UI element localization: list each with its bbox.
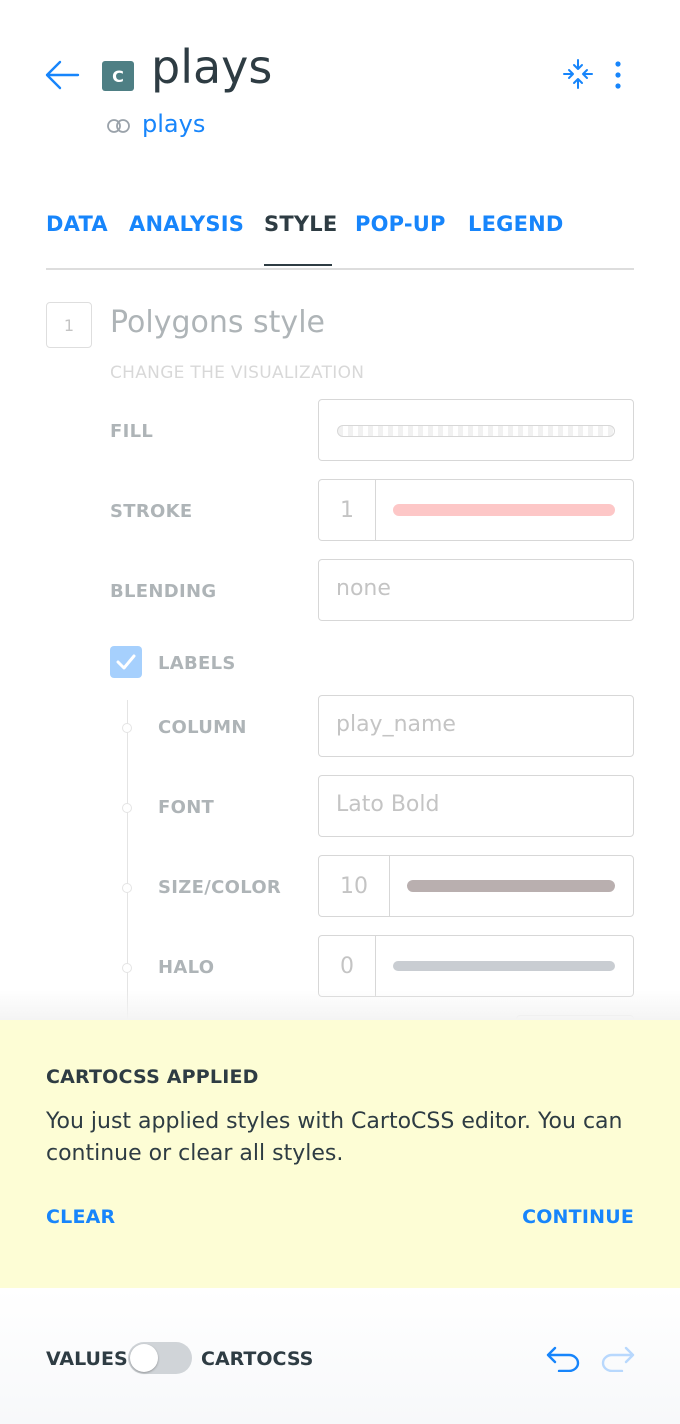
- source-node-icon: [107, 119, 130, 133]
- size-color-field[interactable]: 10: [318, 855, 634, 917]
- cartocss-label: CARTOCSS: [201, 1348, 314, 1370]
- tab-popup[interactable]: POP-UP: [355, 212, 446, 236]
- layer-tabs: DATA ANALYSIS STYLE POP-UP LEGEND: [46, 212, 634, 270]
- column-value: play_name: [336, 712, 456, 737]
- font-value: Lato Bold: [336, 792, 440, 817]
- layer-letter-badge: C: [102, 61, 134, 91]
- fill-color-swatch: [337, 425, 615, 437]
- tree-dot: [122, 723, 132, 733]
- tab-style[interactable]: STYLE: [264, 212, 337, 236]
- fill-label: FILL: [110, 421, 154, 442]
- toggle-knob: [130, 1344, 158, 1372]
- back-arrow-icon[interactable]: [44, 58, 80, 92]
- halo-color-swatch[interactable]: [393, 961, 615, 971]
- values-cartocss-toggle[interactable]: [128, 1342, 192, 1374]
- step-title: Polygons style: [110, 305, 325, 340]
- collapse-icon[interactable]: [562, 58, 594, 90]
- continue-button[interactable]: CONTINUE: [522, 1206, 634, 1228]
- blending-value: none: [336, 576, 391, 601]
- undo-icon[interactable]: [545, 1344, 581, 1372]
- column-select[interactable]: play_name: [318, 695, 634, 757]
- column-label: COLUMN: [158, 717, 247, 738]
- stroke-color-swatch[interactable]: [393, 504, 615, 516]
- stroke-width-value[interactable]: 1: [319, 480, 376, 540]
- scroll-fade: [0, 990, 680, 1020]
- font-select[interactable]: Lato Bold: [318, 775, 634, 837]
- editor-footer: VALUES CARTOCSS: [0, 1288, 680, 1424]
- active-tab-indicator: [264, 264, 332, 266]
- tab-legend[interactable]: LEGEND: [468, 212, 564, 236]
- notice-body: You just applied styles with CartoCSS ed…: [46, 1109, 623, 1166]
- blending-label: BLENDING: [110, 581, 217, 602]
- step-number: 1: [46, 302, 92, 348]
- source-link[interactable]: plays: [142, 110, 205, 138]
- step-subtitle: CHANGE THE VISUALIZATION: [110, 363, 365, 383]
- cartocss-notice: CARTOCSS APPLIED You just applied styles…: [0, 1020, 680, 1288]
- clear-button[interactable]: CLEAR: [46, 1206, 115, 1228]
- blending-select[interactable]: none: [318, 559, 634, 621]
- labels-checkbox[interactable]: [110, 646, 142, 678]
- tree-dot: [122, 963, 132, 973]
- labels-label: LABELS: [158, 653, 236, 674]
- values-label: VALUES: [46, 1348, 128, 1370]
- checkmark-icon: [116, 654, 136, 670]
- style-form: 1 Polygons style CHANGE THE VISUALIZATIO…: [0, 280, 680, 1077]
- notice-title: CARTOCSS APPLIED: [46, 1066, 259, 1088]
- layer-title[interactable]: plays: [151, 40, 272, 94]
- tab-analysis[interactable]: ANALYSIS: [129, 212, 244, 236]
- tree-dot: [122, 883, 132, 893]
- halo-value[interactable]: 0: [319, 936, 376, 996]
- font-label: FONT: [158, 797, 215, 818]
- stroke-field[interactable]: 1: [318, 479, 634, 541]
- tab-data[interactable]: DATA: [46, 212, 108, 236]
- size-color-label: SIZE/COLOR: [158, 877, 282, 898]
- redo-icon[interactable]: [600, 1344, 636, 1372]
- label-color-swatch[interactable]: [407, 880, 615, 892]
- more-options-icon[interactable]: [610, 60, 626, 90]
- fill-field[interactable]: [318, 399, 634, 461]
- tree-dot: [122, 803, 132, 813]
- size-value[interactable]: 10: [319, 856, 390, 916]
- halo-field[interactable]: 0: [318, 935, 634, 997]
- halo-label: HALO: [158, 957, 215, 978]
- stroke-label: STROKE: [110, 501, 193, 522]
